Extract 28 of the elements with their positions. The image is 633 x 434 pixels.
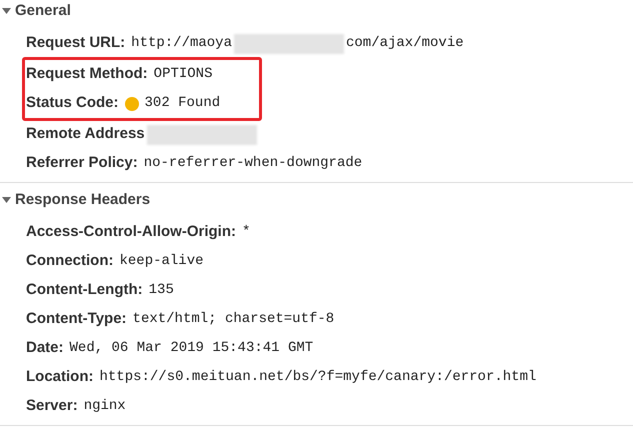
header-name: Location:: [26, 367, 94, 388]
header-name: Remote Address: [26, 124, 145, 144]
header-value: 302 Found: [144, 94, 220, 113]
header-name: Request Method:: [26, 64, 148, 84]
header-value: nginx: [84, 397, 126, 416]
header-value: Wed, 06 Mar 2019 15:43:41 GMT: [70, 339, 314, 358]
header-name: Content-Type:: [26, 309, 127, 330]
header-value: 135: [148, 281, 174, 300]
header-name: Access-Control-Allow-Origin:: [26, 222, 236, 242]
header-name: Request URL:: [26, 33, 126, 54]
header-value: text/html; charset=utf-8: [132, 310, 334, 329]
header-name: Status Code:: [26, 93, 119, 114]
header-value: no-referrer-when-downgrade: [144, 154, 362, 173]
section-header[interactable]: General: [0, 1, 633, 21]
header-value: com/ajax/movie: [346, 34, 464, 53]
caret-icon: [2, 196, 12, 204]
section-header[interactable]: Response Headers: [0, 190, 633, 210]
header-name: Server:: [26, 396, 78, 416]
header-value: OPTIONS: [154, 65, 212, 84]
header-value: *: [242, 223, 250, 242]
header-value: https://s0.meituan.net/bs/?f=myfe/canary:/error.html: [100, 368, 536, 387]
header-name: Date:: [26, 338, 64, 358]
header-value: keep-alive: [120, 252, 204, 271]
header-name: Connection:: [26, 251, 114, 272]
header-name: Content-Length:: [26, 280, 143, 300]
caret-icon: [2, 7, 12, 15]
header-value: http://maoya: [131, 34, 232, 53]
header-name: Referrer Policy:: [26, 153, 138, 174]
